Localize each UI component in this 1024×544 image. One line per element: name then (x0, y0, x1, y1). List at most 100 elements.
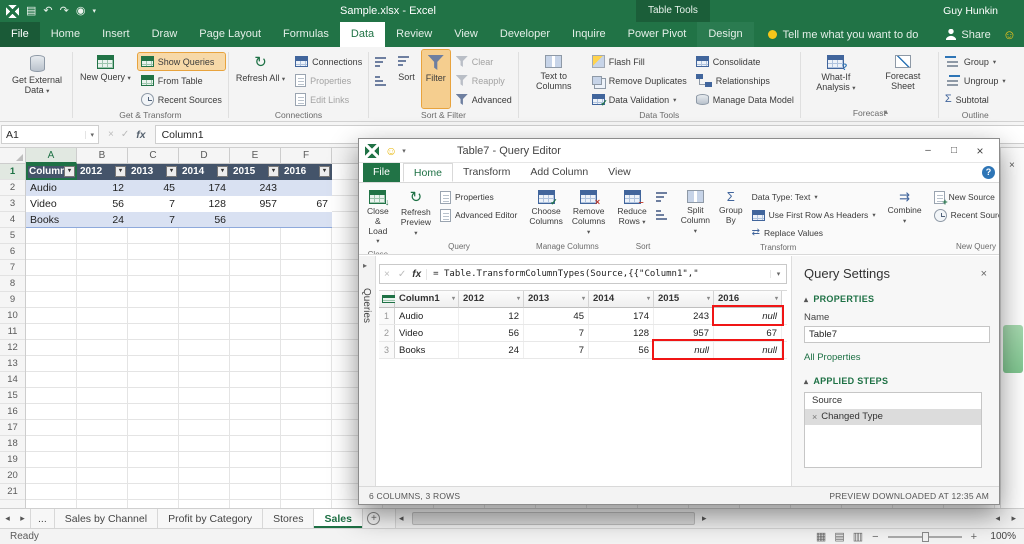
clear-filter-button[interactable]: Clear (453, 53, 515, 70)
row-header[interactable]: 17 (0, 420, 25, 436)
preview-cell[interactable]: 128 (589, 325, 654, 341)
row-header[interactable]: 11 (0, 324, 25, 340)
filter-dropdown-icon[interactable]: ▾ (582, 291, 585, 307)
column-headers[interactable]: ABCDEF (26, 148, 332, 164)
use-first-row-as-headers-button[interactable]: Use First Row As Headers ▾ (749, 207, 879, 223)
normal-view-icon[interactable]: ▦ (816, 530, 826, 543)
row-header[interactable]: 13 (0, 356, 25, 372)
row-header[interactable]: 1 (0, 164, 25, 180)
collapse-ribbon-icon[interactable]: ▴ (884, 107, 888, 116)
preview-cell[interactable]: Books (395, 342, 459, 358)
scroll-left-icon[interactable]: ◂ (995, 509, 1000, 528)
filter-dropdown-icon[interactable]: ▾ (115, 166, 126, 177)
filter-dropdown-icon[interactable]: ▾ (775, 291, 778, 307)
preview-cell[interactable]: 56 (589, 342, 654, 358)
subtotal-button[interactable]: Σ Subtotal (942, 91, 1009, 108)
pq-sort-descending-button[interactable] (653, 207, 672, 223)
group-button[interactable]: Group ▾ (942, 53, 1009, 70)
sort-button[interactable]: Sort (394, 50, 419, 108)
pq-properties-button[interactable]: Properties (437, 189, 520, 205)
table-cell[interactable]: 56 (179, 212, 230, 227)
pq-recent-sources-button[interactable]: Recent Sources ▾ (931, 207, 999, 223)
row-header[interactable]: 15 (0, 388, 25, 404)
preview-cell[interactable]: 7 (524, 325, 589, 341)
column-header[interactable]: F (281, 148, 332, 164)
table-header-cell[interactable]: 2013▾ (128, 164, 179, 180)
table-row[interactable]: Video56712895767 (26, 196, 332, 212)
insert-function-button[interactable]: fx (136, 129, 145, 141)
preview-cell[interactable]: 243 (654, 308, 714, 324)
table-cell[interactable]: Audio (26, 180, 77, 196)
maximize-icon[interactable]: □ (941, 140, 967, 162)
tab-file[interactable]: File (0, 22, 40, 47)
sheet-nav-right-icon[interactable]: ▸ (15, 509, 30, 528)
table-cell[interactable]: 957 (230, 196, 281, 212)
advanced-editor-button[interactable]: Advanced Editor (437, 207, 520, 223)
tab-design[interactable]: Design (697, 22, 753, 47)
tab-data[interactable]: Data (340, 22, 385, 47)
preview-cell[interactable]: 957 (654, 325, 714, 341)
preview-cell[interactable]: 24 (459, 342, 524, 358)
tab-draw[interactable]: Draw (141, 22, 189, 47)
filter-dropdown-icon[interactable]: ▾ (647, 291, 650, 307)
pq-sort-ascending-button[interactable] (653, 189, 672, 205)
tab-review[interactable]: Review (385, 22, 443, 47)
row-header[interactable]: 9 (0, 292, 25, 308)
sheet-tab-sales[interactable]: Sales (314, 509, 362, 528)
applied-steps-section-header[interactable]: ▴ APPLIED STEPS (804, 376, 987, 386)
sheet-tab-sales-by-channel[interactable]: Sales by Channel (55, 509, 158, 528)
query-name-input[interactable] (804, 326, 990, 343)
forecast-sheet-button[interactable]: Forecast Sheet (871, 50, 935, 106)
from-table-button[interactable]: From Table (138, 72, 225, 89)
preview-cell[interactable]: null (714, 308, 782, 324)
row-header[interactable]: 18 (0, 436, 25, 452)
tab-inquire[interactable]: Inquire (561, 22, 617, 47)
flash-fill-button[interactable]: Flash Fill (589, 53, 690, 70)
manage-data-model-button[interactable]: Manage Data Model (693, 91, 797, 108)
chevron-down-icon[interactable]: ▾ (85, 131, 94, 139)
table-row[interactable]: Books24756 (26, 212, 332, 228)
sort-z-to-a-button[interactable] (372, 72, 391, 89)
preview-cell[interactable]: 7 (524, 342, 589, 358)
row-header[interactable]: 5 (0, 228, 25, 244)
smiley-icon[interactable]: ☺ (385, 144, 397, 158)
table-header-cell[interactable]: Column1▾ (26, 164, 77, 180)
preview-row[interactable]: 1Audio1245174243null (379, 308, 787, 325)
redo-icon[interactable]: ↷ (60, 6, 69, 17)
pq-formula-bar[interactable]: × ✓ fx = Table.TransformColumnTypes(Sour… (379, 264, 787, 284)
properties-section-header[interactable]: ▴ PROPERTIES (804, 294, 987, 304)
table-header-cell[interactable]: 2012▾ (77, 164, 128, 180)
pq-tab-add-column[interactable]: Add Column (520, 163, 598, 182)
reapply-button[interactable]: Reapply (453, 72, 515, 89)
edit-links-button[interactable]: Edit Links (292, 91, 365, 108)
name-box[interactable]: A1 ▾ (1, 125, 99, 144)
pq-tab-transform[interactable]: Transform (453, 163, 520, 182)
delete-step-icon[interactable]: × (812, 409, 817, 425)
undo-icon[interactable]: ↶ (43, 6, 52, 17)
column-header[interactable]: E (230, 148, 281, 164)
row-header[interactable]: 3 (0, 196, 25, 212)
sheet-tab-profit-by-category[interactable]: Profit by Category (158, 509, 263, 528)
zoom-level[interactable]: 100% (986, 531, 1016, 542)
preview-cell[interactable]: 56 (459, 325, 524, 341)
new-source-button[interactable]: + New Source ▾ (931, 189, 999, 205)
row-header[interactable]: 12 (0, 340, 25, 356)
combine-button[interactable]: ⇉ Combine ▾ (885, 186, 925, 249)
table-cell[interactable] (230, 212, 281, 227)
new-sheet-button[interactable]: + (363, 509, 385, 528)
touch-mode-icon[interactable]: ◉ (76, 6, 86, 17)
column-header[interactable]: C (128, 148, 179, 164)
scrollbar-thumb[interactable] (412, 512, 695, 525)
close-icon[interactable]: × (1009, 160, 1015, 171)
filter-dropdown-icon[interactable]: ▾ (217, 166, 228, 177)
replace-values-button[interactable]: ⇄ Replace Values (749, 225, 879, 241)
column-header[interactable]: A (26, 148, 77, 164)
data-validation-button[interactable]: ✓ Data Validation ▾ (589, 91, 690, 108)
table-cell[interactable]: 67 (281, 196, 332, 212)
page-layout-view-icon[interactable]: ▤ (834, 530, 844, 543)
row-header[interactable]: 14 (0, 372, 25, 388)
group-by-button[interactable]: Σ Group By (716, 186, 746, 241)
enter-icon[interactable]: ✓ (121, 129, 129, 140)
preview-cell[interactable]: Audio (395, 308, 459, 324)
horizontal-scrollbar[interactable]: ◂ ▸ ◂ ▸ (395, 509, 1024, 528)
